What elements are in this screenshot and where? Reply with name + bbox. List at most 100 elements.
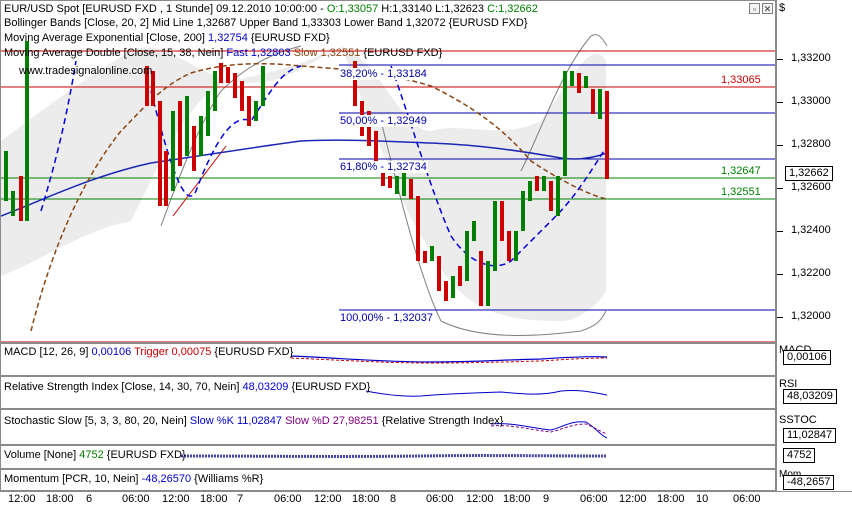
stoch-header: Stochastic Slow [5, 3, 3, 80, 20, Nein] … [4, 415, 503, 428]
y-tick-6: 1,32200 [791, 267, 831, 279]
ema-value: 1,32754 [208, 32, 248, 44]
volume-src: {EURUSD FXD} [106, 449, 186, 461]
time-label-19: 10 [696, 493, 709, 505]
bollinger-header[interactable]: Bollinger Bands [Close, 20, 2] Mid Line … [4, 17, 528, 30]
stoch-d: Slow %D 27,98251 [285, 415, 379, 427]
momentum-header: Momentum [PCR, 10, Nein] -48,26570 {Will… [4, 473, 263, 486]
stoch-k: Slow %K 11,02847 [189, 415, 283, 427]
symbol-title: EUR/USD Spot [EURUSD FXD , 1 Stunde] 09.… [4, 3, 324, 15]
red-line-label: 1,33065 [721, 74, 761, 86]
close-button[interactable]: ✕ [762, 3, 773, 14]
time-label-15: 9 [543, 493, 550, 505]
momentum-panel[interactable]: Momentum [PCR, 10, Nein] -48,26570 {Will… [0, 469, 776, 491]
time-label-17: 12:00 [619, 493, 647, 505]
time-label-1: 12:00 [8, 493, 36, 505]
green-line-label-1: 1,32647 [721, 165, 761, 177]
watermark: www.tradesignalonline.com [19, 65, 153, 77]
fib-label-61: 61,80% - 1,32734 [339, 161, 428, 173]
time-label-14: 18:00 [503, 493, 531, 505]
high-value: H:1,33140 [381, 3, 433, 15]
ema-header[interactable]: Moving Average Exponential [Close, 200] … [4, 32, 330, 45]
stoch-label: Stochastic Slow [5, 3, 3, 80, 20, Nein] [4, 415, 187, 427]
symbol-header[interactable]: EUR/USD Spot [EURUSD FXD , 1 Stunde] 09.… [4, 3, 538, 16]
mad-label: Moving Average Double [Close, 15, 38, Ne… [4, 47, 224, 59]
macd-src: {EURUSD FXD} [214, 346, 294, 358]
rsi-axis-value: 48,03209 [783, 389, 837, 404]
close-value: C:1,32662 [487, 3, 538, 15]
time-label-7: 7 [237, 493, 244, 505]
momentum-src: {Williams %R} [194, 473, 264, 485]
low-value: L:1,32623 [435, 3, 485, 15]
mad-slow: Slow 1,32551 [293, 47, 361, 59]
mad-header[interactable]: Moving Average Double [Close, 15, 38, Ne… [4, 47, 442, 60]
y-tick-4: 1,32600 [791, 181, 831, 193]
macd-axis-value: 0,00106 [783, 350, 831, 365]
fib-label-38: 38,20% - 1,33184 [339, 68, 428, 80]
macd-trigger: Trigger 0,00075 [134, 346, 212, 358]
ema-src: {EURUSD FXD} [250, 32, 330, 44]
rsi-axis[interactable]: RSI 48,03209 [776, 376, 852, 409]
green-line-label-2: 1,32551 [721, 186, 761, 198]
time-label-18: 18:00 [657, 493, 685, 505]
bollinger-lower: Lower Band 1,32072 [344, 17, 446, 29]
time-label-5: 12:00 [162, 493, 190, 505]
mad-fast: Fast 1,32803 [226, 47, 291, 59]
y-tick-3: 1,32800 [791, 138, 831, 150]
fib-label-100: 100,00% - 1,32037 [339, 312, 434, 324]
time-label-12: 06:00 [426, 493, 454, 505]
momentum-axis-value: -48,2657 [783, 475, 835, 490]
time-label-4: 06:00 [122, 493, 150, 505]
y-tick-7: 1,32000 [791, 310, 831, 322]
time-label-11: 8 [390, 493, 397, 505]
time-label-6: 18:00 [200, 493, 228, 505]
open-value: O:1,33057 [326, 3, 379, 15]
rsi-label: Relative Strength Index [Close, 14, 30, … [4, 381, 240, 393]
macd-header: MACD [12, 26, 9] 0,00106 Trigger 0,00075… [4, 346, 293, 359]
bollinger-src: {EURUSD FXD} [448, 17, 528, 29]
price-axis[interactable]: $ 1,33200 1,33000 1,32800 1,32600 1,3240… [776, 0, 852, 343]
rsi-header: Relative Strength Index [Close, 14, 30, … [4, 381, 370, 394]
ema-label: Moving Average Exponential [Close, 200] [4, 32, 205, 44]
time-label-9: 12:00 [314, 493, 342, 505]
time-label-13: 12:00 [466, 493, 494, 505]
currency-symbol: $ [779, 2, 786, 14]
mad-src: {EURUSD FXD} [363, 47, 443, 59]
y-tick-2: 1,33000 [791, 95, 831, 107]
volume-value: 4752 [79, 449, 104, 461]
y-tick-1: 1,33200 [791, 52, 831, 64]
volume-label: Volume [None] [4, 449, 77, 461]
time-label-16: 06:00 [580, 493, 608, 505]
main-chart-panel[interactable]: EUR/USD Spot [EURUSD FXD , 1 Stunde] 09.… [0, 0, 776, 343]
current-price-box: 1,32662 [785, 166, 833, 181]
momentum-label: Momentum [PCR, 10, Nein] [4, 473, 139, 485]
macd-label: MACD [12, 26, 9] [4, 346, 89, 358]
momentum-axis[interactable]: Mom -48,2657 [776, 469, 852, 491]
fib-label-50: 50,00% - 1,32949 [339, 115, 428, 127]
macd-value: 0,00106 [91, 346, 132, 358]
rsi-panel[interactable]: Relative Strength Index [Close, 14, 30, … [0, 376, 776, 409]
volume-axis[interactable]: 4752 [776, 445, 852, 469]
time-label-8: 06:00 [274, 493, 302, 505]
time-label-20: 06:00 [733, 493, 761, 505]
macd-panel[interactable]: MACD [12, 26, 9] 0,00106 Trigger 0,00075… [0, 343, 776, 376]
rsi-value: 48,03209 [242, 381, 289, 393]
volume-header: Volume [None] 4752 {EURUSD FXD} [4, 449, 186, 462]
bollinger-upper: Upper Band 1,33303 [239, 17, 341, 29]
time-label-10: 18:00 [352, 493, 380, 505]
bollinger-label: Bollinger Bands [Close, 20, 2] [4, 17, 149, 29]
volume-panel[interactable]: Volume [None] 4752 {EURUSD FXD} [0, 445, 776, 469]
minimize-button[interactable]: ▫ [749, 3, 760, 14]
time-label-2: 18:00 [46, 493, 74, 505]
momentum-value: -48,26570 [141, 473, 192, 485]
stoch-axis-value: 11,02847 [783, 428, 837, 443]
bollinger-mid: Mid Line 1,32687 [151, 17, 237, 29]
time-label-3: 6 [86, 493, 93, 505]
macd-axis[interactable]: MACD 0,00106 [776, 343, 852, 376]
stoch-src: {Relative Strength Index} [381, 415, 504, 427]
stoch-axis[interactable]: SSTOC 11,02847 [776, 409, 852, 445]
window-buttons: ▫ ✕ [749, 3, 773, 14]
stoch-panel[interactable]: Stochastic Slow [5, 3, 3, 80, 20, Nein] … [0, 409, 776, 445]
y-tick-5: 1,32400 [791, 224, 831, 236]
volume-axis-value: 4752 [783, 448, 816, 463]
rsi-src: {EURUSD FXD} [291, 381, 371, 393]
